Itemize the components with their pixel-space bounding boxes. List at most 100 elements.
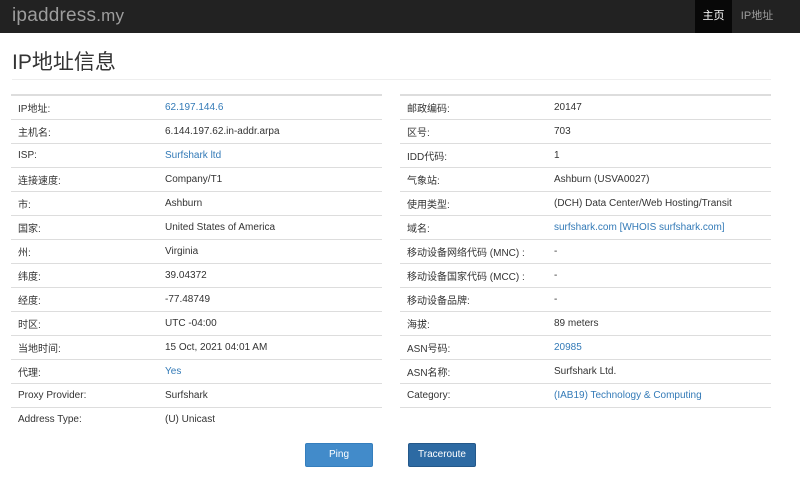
field-value-link[interactable]: 62.197.144.6 bbox=[165, 102, 223, 113]
left-info-row: ISP: Surfshark ltd bbox=[11, 143, 382, 168]
field-label: Proxy Provider: bbox=[11, 383, 158, 408]
field-value: Ashburn bbox=[165, 198, 203, 209]
field-value: 6.144.197.62.in-addr.arpa bbox=[165, 126, 280, 137]
field-value-cell: - bbox=[547, 287, 771, 312]
left-info-row: 主机名: 6.144.197.62.in-addr.arpa bbox=[11, 119, 382, 144]
ping-button[interactable]: Ping bbox=[305, 443, 373, 467]
field-label: ISP: bbox=[11, 143, 158, 168]
left-info-row: 经度: -77.48749 bbox=[11, 287, 382, 312]
field-label: 域名: bbox=[400, 215, 547, 240]
field-value: Company/T1 bbox=[165, 174, 223, 185]
field-value-cell: 703 bbox=[547, 119, 771, 144]
field-value: Virginia bbox=[165, 246, 199, 257]
field-label: 州: bbox=[11, 239, 158, 264]
brand-logo-link[interactable]: ipaddress.my bbox=[12, 5, 124, 27]
field-value: - bbox=[554, 246, 558, 257]
field-label: ASN号码: bbox=[400, 335, 547, 360]
field-label: 移动设备网络代码 (MNC) : bbox=[400, 239, 547, 264]
field-label: 国家: bbox=[11, 215, 158, 240]
field-label: 纬度: bbox=[11, 263, 158, 288]
field-label: 移动设备国家代码 (MCC) : bbox=[400, 263, 547, 288]
field-value-link[interactable]: (IAB19) Technology & Computing bbox=[554, 390, 702, 401]
page-title: IP地址信息 bbox=[12, 51, 116, 74]
field-value-cell: 15 Oct, 2021 04:01 AM bbox=[158, 335, 382, 360]
field-label: Address Type: bbox=[11, 407, 158, 431]
left-info-row: 当地时间: 15 Oct, 2021 04:01 AM bbox=[11, 335, 382, 360]
field-value-cell: -77.48749 bbox=[158, 287, 382, 312]
field-value-link[interactable]: Yes bbox=[165, 366, 181, 377]
field-value-cell: (IAB19) Technology & Computing bbox=[547, 383, 771, 408]
field-value-cell: - bbox=[547, 239, 771, 264]
field-label: 代理: bbox=[11, 359, 158, 384]
left-info-row: IP地址: 62.197.144.6 bbox=[11, 94, 382, 120]
field-label: 移动设备品牌: bbox=[400, 287, 547, 312]
field-value: Ashburn (USVA0027) bbox=[554, 174, 650, 185]
field-value: - bbox=[554, 294, 558, 305]
field-value-cell: 20147 bbox=[547, 94, 771, 120]
field-value-link[interactable]: surfshark.com [WHOIS surfshark.com] bbox=[554, 222, 725, 233]
field-label: 使用类型: bbox=[400, 191, 547, 216]
title-divider bbox=[12, 79, 771, 80]
field-value-cell: 62.197.144.6 bbox=[158, 94, 382, 120]
right-info-row: 移动设备国家代码 (MCC) :- bbox=[400, 263, 771, 288]
field-value-cell: Surfshark ltd bbox=[158, 143, 382, 168]
ip-info-table-left: IP地址: 62.197.144.6 主机名: 6.144.197.62.in-add… bbox=[11, 94, 382, 431]
field-label: 主机名: bbox=[11, 119, 158, 144]
field-value: -77.48749 bbox=[165, 294, 211, 305]
left-info-row: 市: Ashburn bbox=[11, 191, 382, 216]
field-label: 区号: bbox=[400, 119, 547, 144]
right-info-row: 气象站: Ashburn (USVA0027) bbox=[400, 167, 771, 192]
field-label: 海拔: bbox=[400, 311, 547, 336]
right-info-row: IDD代码: 1 bbox=[400, 143, 771, 168]
left-info-row: 代理: Yes bbox=[11, 359, 382, 384]
ip-info-table-right: 邮政编码: 20147 区号: 703 IDD代码: 1 气象站: Ashburn (USVA… bbox=[400, 94, 771, 408]
field-label: 时区: bbox=[11, 311, 158, 336]
traceroute-button[interactable]: Traceroute bbox=[408, 443, 476, 467]
nav-ip-address[interactable]: IP地址 bbox=[732, 0, 782, 33]
field-value: 89 meters bbox=[554, 318, 599, 329]
right-info-row: 使用类型: (DCH) Data Center/Web Hosting/Trans… bbox=[400, 191, 771, 216]
right-info-row: 移动设备网络代码 (MNC) :- bbox=[400, 239, 771, 264]
field-value-cell: Surfshark bbox=[158, 383, 382, 408]
field-value-link[interactable]: Surfshark ltd bbox=[165, 150, 221, 161]
field-value-cell: 89 meters bbox=[547, 311, 771, 336]
field-label: 当地时间: bbox=[11, 335, 158, 360]
field-value: 20147 bbox=[554, 102, 582, 113]
field-label: Category: bbox=[400, 383, 547, 408]
nav-home[interactable]: 主页 bbox=[695, 0, 732, 33]
field-value-cell: Virginia bbox=[158, 239, 382, 264]
field-value: Surfshark bbox=[165, 390, 208, 401]
right-info-row: Category: (IAB19) Technology & Computing bbox=[400, 383, 771, 408]
field-value: (U) Unicast bbox=[165, 414, 216, 425]
field-value-cell: 1 bbox=[547, 143, 771, 168]
field-label: 市: bbox=[11, 191, 158, 216]
right-info-row: 邮政编码: 20147 bbox=[400, 94, 771, 120]
field-value-cell: 6.144.197.62.in-addr.arpa bbox=[158, 119, 382, 144]
field-value-cell: surfshark.com [WHOIS surfshark.com] bbox=[547, 215, 771, 240]
field-value: 1 bbox=[554, 150, 560, 161]
field-value-cell: - bbox=[547, 263, 771, 288]
field-value-cell: United States of America bbox=[158, 215, 382, 240]
field-value: 39.04372 bbox=[165, 270, 207, 281]
field-value: 15 Oct, 2021 04:01 AM bbox=[165, 342, 268, 353]
field-value: United States of America bbox=[165, 222, 276, 233]
top-navbar: ipaddress.my 主页 IP地址 bbox=[0, 0, 800, 33]
field-value: (DCH) Data Center/Web Hosting/Transit bbox=[554, 198, 732, 209]
field-value-cell: (DCH) Data Center/Web Hosting/Transit bbox=[547, 191, 771, 216]
field-label: IDD代码: bbox=[400, 143, 547, 168]
right-info-row: 域名: surfshark.com [WHOIS surfshark.com] bbox=[400, 215, 771, 240]
field-value-cell: 39.04372 bbox=[158, 263, 382, 288]
field-label: 经度: bbox=[11, 287, 158, 312]
right-info-row: ASN名称: Surfshark Ltd. bbox=[400, 359, 771, 384]
field-label: 气象站: bbox=[400, 167, 547, 192]
right-info-row: ASN号码: 20985 bbox=[400, 335, 771, 360]
field-value-link[interactable]: 20985 bbox=[554, 342, 582, 353]
field-value: 703 bbox=[554, 126, 571, 137]
field-value: UTC -04:00 bbox=[165, 318, 217, 329]
right-info-row: 移动设备品牌: - bbox=[400, 287, 771, 312]
field-value-cell: (U) Unicast bbox=[158, 407, 382, 431]
left-info-row: 国家: United States of America bbox=[11, 215, 382, 240]
brand-name: ipaddress bbox=[12, 5, 97, 26]
field-value-cell: UTC -04:00 bbox=[158, 311, 382, 336]
field-value-cell: Ashburn bbox=[158, 191, 382, 216]
